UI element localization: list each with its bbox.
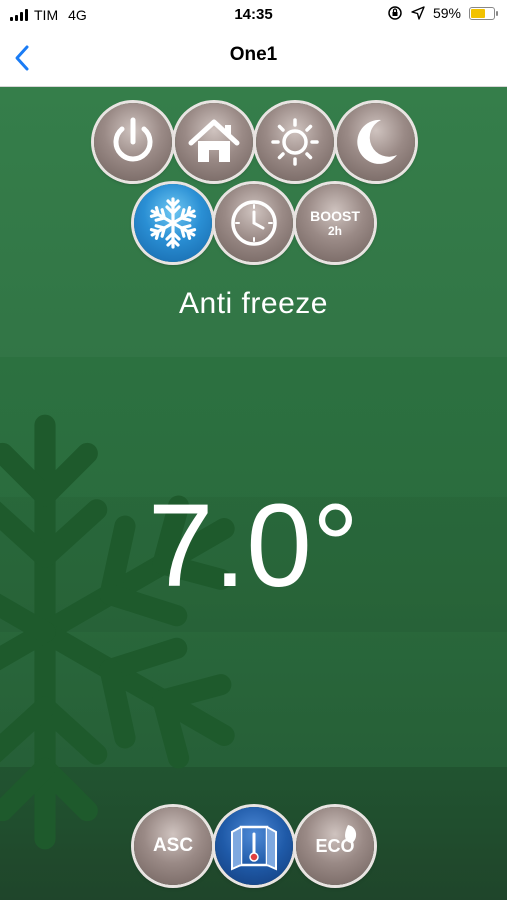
- day-mode-button[interactable]: [256, 103, 334, 181]
- power-icon: [113, 117, 153, 162]
- eco-label: ECO: [315, 836, 355, 856]
- night-mode-button[interactable]: [337, 103, 415, 181]
- open-window-button[interactable]: [215, 807, 293, 885]
- home-icon: [188, 119, 240, 162]
- battery-icon: [469, 6, 498, 20]
- boost-mode-button[interactable]: BOOST 2h: [296, 184, 374, 262]
- comfort-mode-button[interactable]: [175, 103, 253, 181]
- temperature-display: 7.0°: [147, 480, 360, 612]
- boost-label: BOOST: [310, 208, 360, 224]
- page-title: One1: [229, 44, 278, 65]
- antifreeze-mode-button[interactable]: [134, 184, 212, 262]
- location-arrow-icon: [411, 6, 425, 20]
- sun-icon: [271, 118, 319, 166]
- thermostat-panel: BOOST 2h Anti freeze 7.0° ASC ECO: [0, 87, 507, 900]
- clock-icon: [231, 200, 277, 246]
- orientation-lock-icon: [388, 6, 402, 20]
- boost-duration-label: 2h: [327, 224, 342, 238]
- off-mode-button[interactable]: [94, 103, 172, 181]
- program-mode-button[interactable]: [215, 184, 293, 262]
- asc-button[interactable]: ASC: [134, 807, 212, 885]
- battery-percent: 59%: [432, 5, 461, 21]
- background-snowflake-icon: [0, 414, 280, 867]
- asc-label: ASC: [152, 835, 194, 856]
- current-mode-label: Anti freeze: [179, 287, 328, 320]
- navigation-bar: One1: [0, 30, 507, 87]
- status-right: 59%: [387, 5, 498, 21]
- status-bar: TIM 4G 14:35 59%: [0, 0, 507, 30]
- moon-icon: [357, 119, 397, 164]
- eco-button[interactable]: ECO: [296, 807, 374, 885]
- snowflake-icon: [147, 197, 199, 249]
- open-window-icon: [231, 825, 277, 871]
